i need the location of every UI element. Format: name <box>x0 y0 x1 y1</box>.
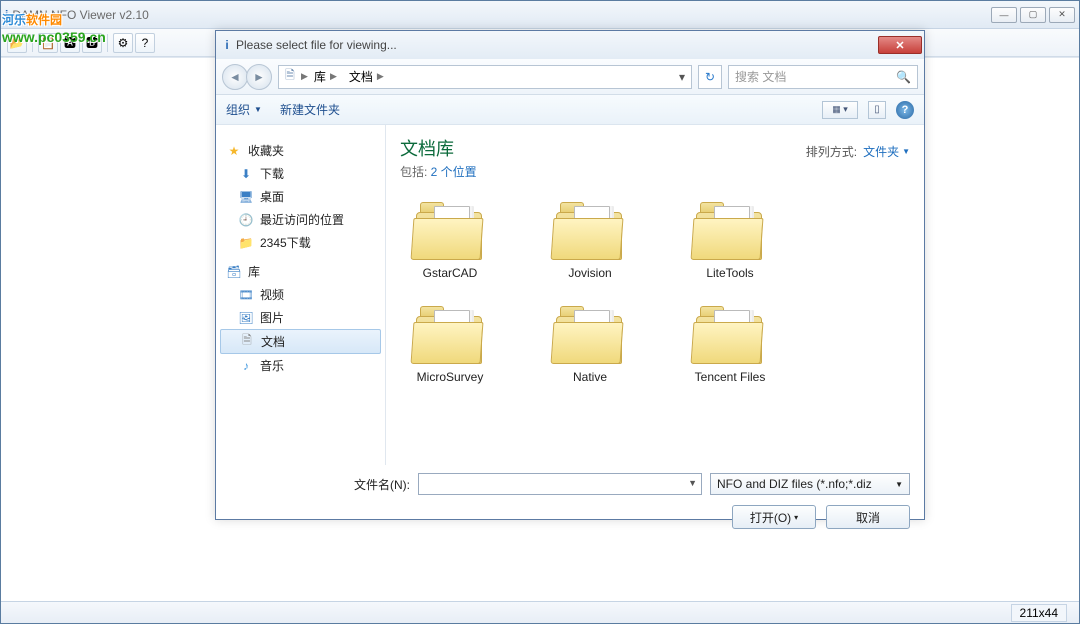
desktop-icon: 🖥 <box>238 189 254 205</box>
preview-pane-button[interactable]: ▯ <box>868 101 886 119</box>
chevron-right-icon[interactable]: ▶ <box>301 71 308 82</box>
sidebar-documents[interactable]: 🗎文档 <box>220 329 381 354</box>
folder-label: Tencent Files <box>680 370 780 384</box>
sidebar-library[interactable]: 🗃库 <box>216 260 385 283</box>
dialog-footer: 文件名(N): ▼ NFO and DIZ files (*.nfo;*.diz… <box>216 465 924 543</box>
sidebar-downloads[interactable]: ⬇下载 <box>216 162 385 185</box>
sidebar-desktop[interactable]: 🖥桌面 <box>216 185 385 208</box>
library-title: 文档库 <box>400 135 477 161</box>
breadcrumb-library[interactable]: 库▶ <box>308 66 343 88</box>
dialog-close-button[interactable]: ✕ <box>878 36 922 54</box>
refresh-button[interactable]: ↻ <box>698 65 722 89</box>
star-icon: ★ <box>226 143 242 159</box>
help-button[interactable]: ? <box>896 101 914 119</box>
help-icon[interactable]: ? <box>135 33 155 53</box>
sidebar-pictures[interactable]: 🖼图片 <box>216 306 385 329</box>
sidebar-music[interactable]: ♪音乐 <box>216 354 385 377</box>
main-titlebar[interactable]: i DAMN NFO Viewer v2.10 — ▢ ✕ <box>1 1 1079 29</box>
maximize-button[interactable]: ▢ <box>1020 7 1046 23</box>
dialog-titlebar[interactable]: i Please select file for viewing... ✕ <box>216 31 924 59</box>
music-icon: ♪ <box>238 358 254 374</box>
pictures-icon: 🖼 <box>238 310 254 326</box>
recent-icon: 🕘 <box>238 212 254 228</box>
breadcrumb-dropdown[interactable]: ▾ <box>673 70 691 84</box>
sort-dropdown[interactable]: 排列方式: 文件夹▼ <box>806 135 910 160</box>
main-title: DAMN NFO Viewer v2.10 <box>12 8 991 22</box>
folder-icon <box>692 198 768 260</box>
dialog-title: Please select file for viewing... <box>236 38 878 52</box>
breadcrumb-documents[interactable]: 文档▶ <box>343 66 390 88</box>
search-placeholder: 搜索 文档 <box>735 68 786 85</box>
folder-item[interactable]: MicroSurvey <box>400 302 500 384</box>
tool-icon[interactable]: 🅰 <box>60 33 80 53</box>
document-icon: 🗎 <box>239 334 255 350</box>
folder-item[interactable]: LiteTools <box>680 198 780 280</box>
app-icon: i <box>5 8 8 22</box>
file-list[interactable]: 文档库 包括: 2 个位置 排列方式: 文件夹▼ GstarCAD Jovisio… <box>386 125 924 465</box>
close-button[interactable]: ✕ <box>1049 7 1075 23</box>
folder-label: Native <box>540 370 640 384</box>
forward-button[interactable]: ► <box>246 64 272 90</box>
sidebar-recent[interactable]: 🕘最近访问的位置 <box>216 208 385 231</box>
copy-icon[interactable]: 📋 <box>38 33 58 53</box>
library-subtitle: 包括: 2 个位置 <box>400 163 477 180</box>
library-icon: 🗃 <box>226 264 242 280</box>
view-mode-button[interactable]: ▦ ▾ <box>822 101 858 119</box>
search-icon[interactable]: 🔍 <box>896 70 911 84</box>
breadcrumb[interactable]: 🗎 ▶ 库▶ 文档▶ ▾ <box>278 65 692 89</box>
open-button[interactable]: 打开(O)▾ <box>732 505 816 529</box>
tool2-icon[interactable]: 🅱 <box>82 33 102 53</box>
status-bar: 211x44 <box>1 601 1079 623</box>
folder-item[interactable]: Tencent Files <box>680 302 780 384</box>
folder-icon <box>552 198 628 260</box>
dialog-icon: i <box>218 38 236 52</box>
folder-icon: 📁 <box>238 235 254 251</box>
sidebar-video[interactable]: 🎞视频 <box>216 283 385 306</box>
folder-label: LiteTools <box>680 266 780 280</box>
back-button[interactable]: ◄ <box>222 64 248 90</box>
chevron-down-icon[interactable]: ▼ <box>688 478 697 488</box>
folder-item[interactable]: GstarCAD <box>400 198 500 280</box>
folder-label: MicroSurvey <box>400 370 500 384</box>
folder-icon <box>412 302 488 364</box>
separator <box>32 34 33 52</box>
filetype-filter[interactable]: NFO and DIZ files (*.nfo;*.diz▼ <box>710 473 910 495</box>
sidebar: ★收藏夹 ⬇下载 🖥桌面 🕘最近访问的位置 📁2345下载 🗃库 🎞视频 🖼图片… <box>216 125 386 465</box>
folder-item[interactable]: Jovision <box>540 198 640 280</box>
sidebar-favorites[interactable]: ★收藏夹 <box>216 139 385 162</box>
video-icon: 🎞 <box>238 287 254 303</box>
status-size: 211x44 <box>1011 604 1067 622</box>
folder-icon <box>412 198 488 260</box>
new-folder-button[interactable]: 新建文件夹 <box>280 101 340 118</box>
sidebar-2345dl[interactable]: 📁2345下载 <box>216 231 385 254</box>
minimize-button[interactable]: — <box>991 7 1017 23</box>
folder-icon <box>692 302 768 364</box>
dialog-body: ★收藏夹 ⬇下载 🖥桌面 🕘最近访问的位置 📁2345下载 🗃库 🎞视频 🖼图片… <box>216 125 924 465</box>
dialog-toolbar: 组织▼ 新建文件夹 ▦ ▾ ▯ ? <box>216 95 924 125</box>
download-icon: ⬇ <box>238 166 254 182</box>
organize-menu[interactable]: 组织▼ <box>226 101 262 118</box>
file-open-dialog: i Please select file for viewing... ✕ ◄ … <box>215 30 925 520</box>
navigation-row: ◄ ► 🗎 ▶ 库▶ 文档▶ ▾ ↻ 搜索 文档 🔍 <box>216 59 924 95</box>
folder-item[interactable]: Native <box>540 302 640 384</box>
cancel-button[interactable]: 取消 <box>826 505 910 529</box>
folder-label: GstarCAD <box>400 266 500 280</box>
filename-input[interactable]: ▼ <box>418 473 702 495</box>
open-icon[interactable]: 📂 <box>7 33 27 53</box>
location-icon: 🗎 <box>279 66 301 87</box>
folder-label: Jovision <box>540 266 640 280</box>
search-input[interactable]: 搜索 文档 🔍 <box>728 65 918 89</box>
folder-icon <box>552 302 628 364</box>
filename-label: 文件名(N): <box>230 476 410 493</box>
settings-icon[interactable]: ⚙ <box>113 33 133 53</box>
window-controls: — ▢ ✕ <box>991 7 1075 23</box>
separator <box>107 34 108 52</box>
